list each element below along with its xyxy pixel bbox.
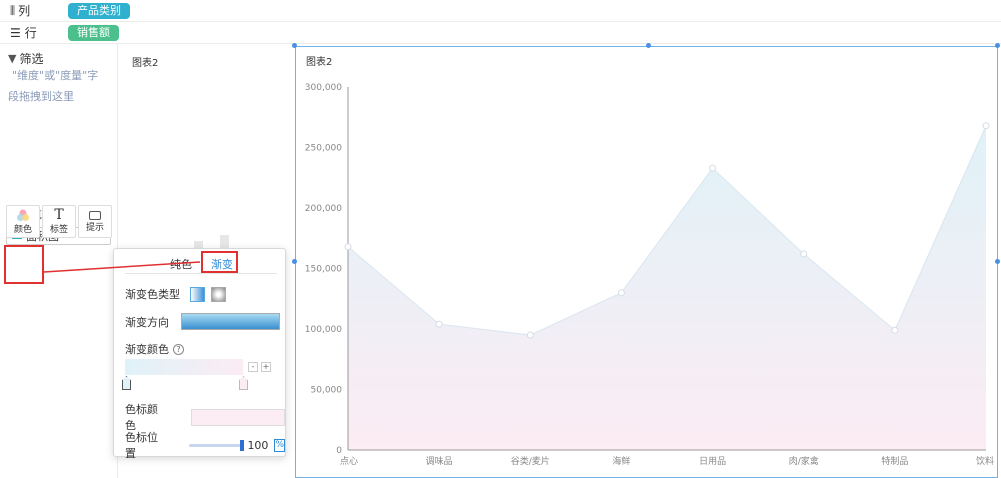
resize-handle[interactable] [292,43,297,48]
data-point [526,331,534,339]
x-tick-label: 点心 [340,456,358,467]
rows-icon: ☰ [10,25,21,40]
x-tick-label: 特制品 [881,455,908,467]
tab-solid[interactable]: 纯色 [170,256,192,272]
gradient-direction-row: 渐变方向 [125,313,280,330]
columns-icon: ⫼ [10,3,15,17]
y-tick-label: 100,000 [305,325,342,335]
x-tick-label: 肉/家禽 [789,455,819,467]
tab-divider [125,273,277,274]
stop-position-row: 色标位置 100 % [125,429,285,461]
help-icon[interactable]: ? [173,343,184,355]
columns-label: 列 [18,4,31,18]
gradient-color-label: 渐变颜色 [125,343,169,356]
data-point [982,122,990,130]
data-point [709,164,717,172]
data-point [800,250,808,258]
mini-bar [220,235,229,249]
x-tick-label: 饮料 [976,455,994,467]
add-stop-button[interactable]: + [261,362,271,372]
gradient-direction-label: 渐变方向 [125,315,169,329]
resize-handle[interactable] [995,259,1000,264]
filter-hint-1: "维度"或"度量"字 [12,69,99,82]
columns-shelf: ⫼ 列 产品类别 [0,0,1001,22]
data-point [617,289,625,297]
rows-label: 行 [24,26,37,40]
x-tick-label: 海鲜 [612,455,630,467]
tooltip-button-label: 提示 [85,222,104,233]
gradient-color-row: 渐变颜色 ? [125,341,184,357]
area-fill [348,125,986,450]
x-tick-label: 日用品 [699,456,726,467]
mini-chart-title: 图表2 [132,58,159,69]
resize-handle[interactable] [292,259,297,264]
y-tick-label: 250,000 [305,144,342,154]
gradient-type-row: 渐变色类型 [125,286,226,302]
data-point [435,320,443,328]
y-tick-label: 0 [336,446,342,456]
category-field-pill[interactable]: 产品类别 [68,2,130,19]
resize-handle[interactable] [646,43,651,48]
y-tick-label: 150,000 [305,265,342,275]
color-button-label: 颜色 [13,224,32,235]
filter-hint-2: 段拖拽到这里 [8,90,74,103]
color-stop-handle-left[interactable] [122,376,131,390]
y-tick-label: 50,000 [311,386,343,396]
tooltip-button[interactable]: 提示 [78,205,112,238]
x-tick-label: 调味品 [426,455,453,467]
y-tick-label: 200,000 [305,204,342,214]
resize-handle[interactable] [995,43,1000,48]
area-chart: 0 50,000 100,000 150,000 200,000 250,000 300,0… [305,83,994,467]
color-button[interactable]: 颜色 [6,205,40,238]
color-button-highlight [4,245,44,284]
color-settings-popup: 纯色 渐变 渐变色类型 渐变方向 渐变颜色 ? - + 色标颜色 色标位置 10… [113,248,286,460]
stop-position-slider[interactable] [188,439,245,451]
color-palette-icon [17,209,29,221]
data-point [891,326,899,334]
slider-thumb[interactable] [240,439,245,451]
color-stop-handle-right[interactable] [239,376,248,390]
x-tick-label: 谷类/麦片 [511,455,550,467]
filter-icon: ▼ [8,52,17,65]
stop-position-value[interactable]: 100 [247,439,268,452]
speech-bubble-icon [89,210,101,220]
gradient-color-bar[interactable] [125,359,243,375]
stop-position-label: 色标位置 [125,431,158,460]
y-tick-label: 300,000 [305,83,342,93]
percent-box: % [274,438,285,452]
text-icon: T [54,207,64,223]
data-point [344,243,352,251]
remove-stop-button[interactable]: - [248,362,258,372]
rows-shelf: ☰ 行 销售额 [0,22,1001,44]
gradient-direction-preview[interactable] [181,313,280,330]
linear-gradient-icon[interactable] [190,286,205,302]
gradient-type-label: 渐变色类型 [125,288,180,301]
stop-color-swatch[interactable] [190,408,285,426]
gradient-tab-highlight [201,251,238,273]
label-button-label: 标签 [49,225,68,235]
label-button[interactable]: T 标签 [42,205,76,238]
main-chart-panel[interactable]: 图表2 0 50,000 100,000 150,000 200,000 250,000 3… [295,46,998,478]
radial-gradient-icon[interactable] [211,286,226,302]
sales-field-pill[interactable]: 销售额 [68,24,119,41]
